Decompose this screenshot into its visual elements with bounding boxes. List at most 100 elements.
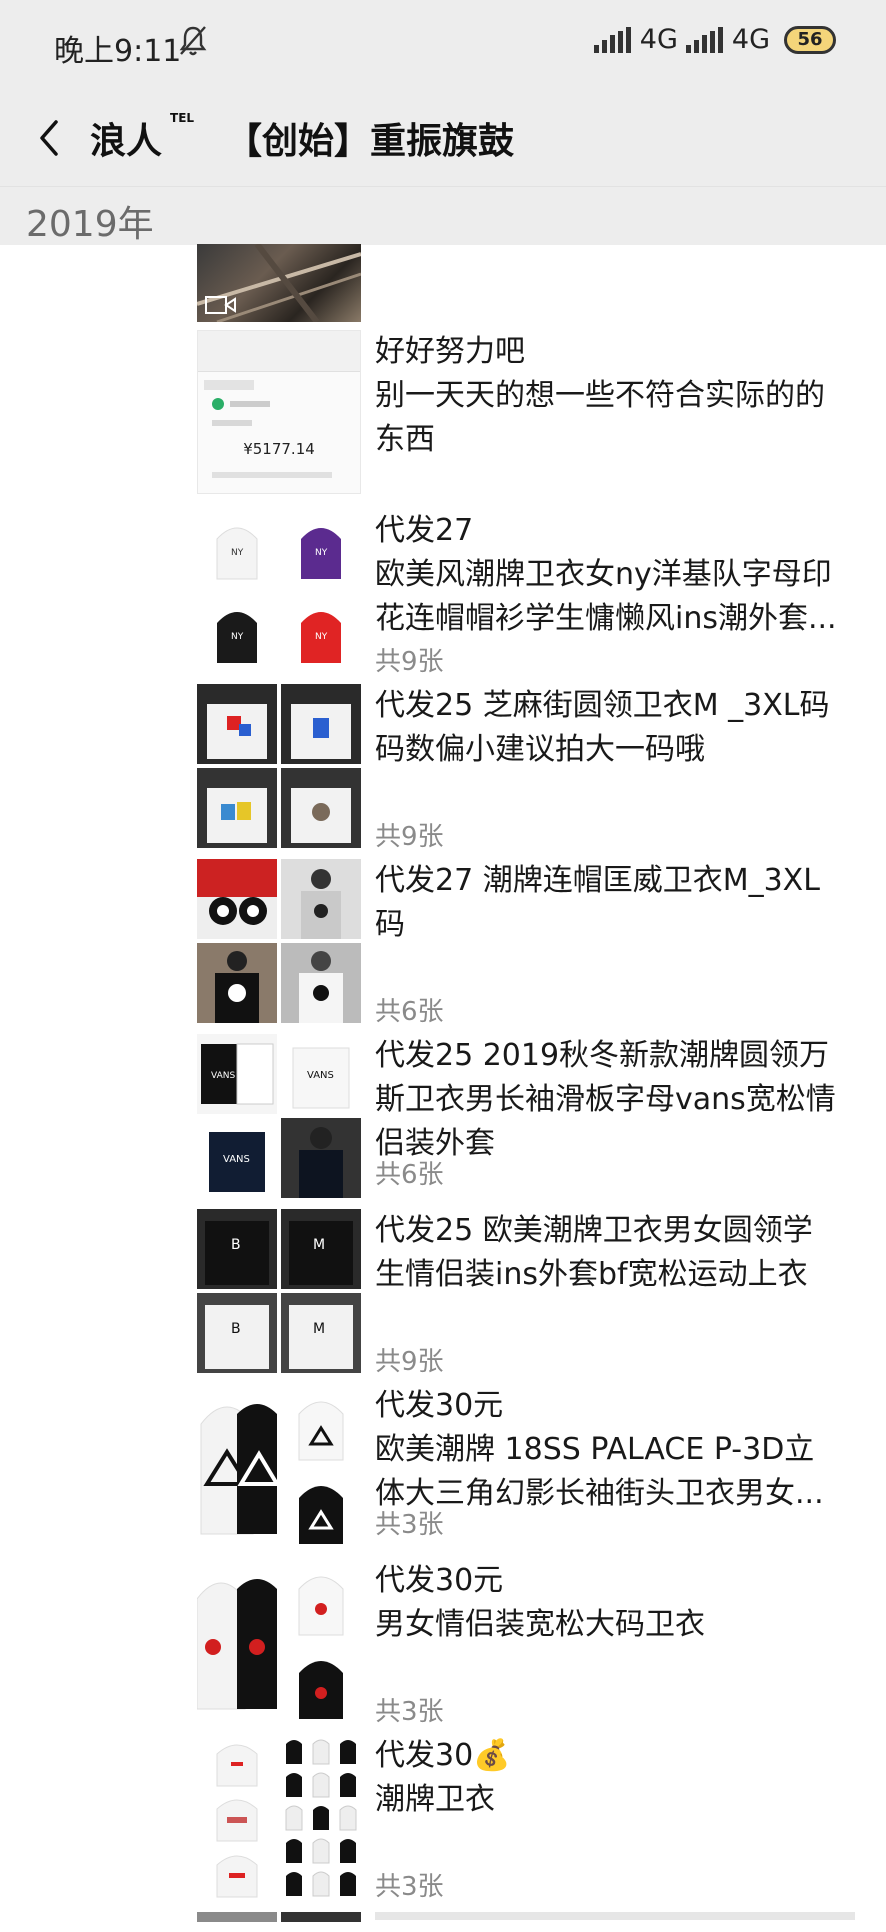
- svg-text:M: M: [313, 1321, 325, 1337]
- post-text: 代发27 欧美风潮牌卫衣女ny洋基队字母印 花连帽帽衫学生慵懒风ins潮外套..…: [375, 509, 855, 641]
- sweatshirt-image: VANS: [197, 1118, 277, 1198]
- post-text: 代发25 欧美潮牌卫衣男女圆领学 生情侣装ins外套bf宽松运动上衣: [375, 1209, 855, 1297]
- sweatshirt-image: M: [281, 1293, 361, 1373]
- battery-icon: 56: [784, 25, 836, 54]
- feed-item[interactable]: 代发30💰 潮牌卫衣 共3张: [0, 1734, 886, 1902]
- post-line: 生情侣装ins外套bf宽松运动上衣: [375, 1257, 808, 1292]
- network-label-1: 4G: [639, 24, 678, 55]
- sweatshirt-image: [197, 684, 277, 764]
- svg-text:NY: NY: [231, 632, 244, 642]
- feed-item[interactable]: VANS VANS VANS 代发25 2019秋冬新款潮牌圆领万 斯卫衣男长袖…: [0, 1034, 886, 1198]
- year-label: 2019年: [26, 204, 154, 245]
- svg-text:NY: NY: [231, 548, 244, 558]
- post-line: 代发27 潮牌连帽匡威卫衣M_3XL: [375, 863, 820, 898]
- status-time: 晚上9:11: [54, 34, 182, 69]
- image-grid[interactable]: B M B M: [197, 1209, 361, 1373]
- bell-off-icon: [179, 26, 207, 56]
- feed-item-video[interactable]: [0, 244, 886, 322]
- post-line: 欧美潮牌 18SS PALACE P-3D立: [375, 1432, 815, 1467]
- feed-item[interactable]: 代发30元 欧美潮牌 18SS PALACE P-3D立 体大三角幻影长袖街头卫…: [0, 1384, 886, 1548]
- post-line: 男女情侣装宽松大码卫衣: [375, 1607, 705, 1642]
- post-text: 代发30元 男女情侣装宽松大码卫衣: [375, 1559, 855, 1647]
- post-line: 代发25 欧美潮牌卫衣男女圆领学: [375, 1213, 813, 1248]
- post-line: 体大三角幻影长袖街头卫衣男女...: [375, 1476, 824, 1511]
- model-photo: [197, 943, 277, 1023]
- name-superscript: TEL: [170, 111, 195, 125]
- signal-icon-2: [685, 26, 724, 53]
- page-title: 浪人 TEL 【创始】重振旗鼓: [90, 111, 515, 164]
- hoodie-image-black: NY: [197, 593, 277, 673]
- video-camera-icon: [205, 296, 236, 314]
- signal-icon: [593, 26, 632, 53]
- post-line: 码数偏小建议拍大一码哦: [375, 732, 705, 767]
- hoodie-image: [197, 859, 277, 939]
- image-grid[interactable]: [197, 684, 361, 848]
- receipt-thumbnail[interactable]: ¥5177.14: [197, 330, 361, 494]
- image-count: 共9张: [375, 822, 444, 852]
- image-count: 共9张: [375, 1347, 444, 1377]
- post-text: 代发25 芝麻街圆领卫衣M _3XL码 码数偏小建议拍大一码哦: [375, 684, 855, 772]
- status-bar: 晚上9:11 4G 4G 56: [0, 0, 886, 88]
- image-grid[interactable]: NY NY NY NY: [197, 509, 361, 673]
- post-line: 代发30元: [375, 1563, 504, 1598]
- image-grid[interactable]: [197, 1734, 361, 1898]
- svg-text:VANS: VANS: [211, 1071, 235, 1081]
- post-line: 代发27: [375, 513, 474, 548]
- svg-text:NY: NY: [315, 548, 328, 558]
- image-grid[interactable]: VANS VANS VANS: [197, 1034, 361, 1198]
- post-line: 代发30💰: [375, 1738, 511, 1773]
- post-line: 侣装外套: [375, 1126, 495, 1161]
- post-line: 花连帽帽衫学生慵懒风ins潮外套...: [375, 601, 837, 636]
- image-count: 共9张: [375, 647, 444, 677]
- post-text: 好好努力吧 别一天天的想一些不符合实际的的 东西: [375, 330, 855, 462]
- feed-item[interactable]: 代发30元 男女情侣装宽松大码卫衣 共3张: [0, 1559, 886, 1727]
- post-text: 代发25 2019秋冬新款潮牌圆领万 斯卫衣男长袖滑板字母vans宽松情 侣装外…: [375, 1034, 855, 1166]
- contact-signature: 【创始】重振旗鼓: [226, 121, 515, 162]
- back-arrow-icon[interactable]: [30, 114, 70, 162]
- year-section-header: 2019年: [0, 186, 886, 245]
- image-count: 共6张: [375, 1160, 444, 1190]
- post-text: 代发27 潮牌连帽匡威卫衣M_3XL 码: [375, 859, 855, 947]
- wechat-pay-icon: [212, 398, 224, 410]
- hoodie-image-stack: [197, 1734, 277, 1898]
- post-text: 代发30💰 潮牌卫衣: [375, 1734, 855, 1822]
- post-line: 代发25 2019秋冬新款潮牌圆领万: [375, 1038, 830, 1073]
- image-grid[interactable]: [197, 859, 361, 1023]
- model-photo: [281, 1118, 361, 1198]
- svg-text:VANS: VANS: [223, 1154, 250, 1165]
- image-grid[interactable]: [197, 1384, 361, 1548]
- hoodie-image-stack: [281, 1384, 361, 1548]
- feed-item[interactable]: 代发25 芝麻街圆领卫衣M _3XL码 码数偏小建议拍大一码哦 共9张: [0, 684, 886, 852]
- hoodie-image: [196, 1559, 277, 1723]
- sweatshirt-image: [197, 768, 277, 848]
- feed-item[interactable]: NY NY NY NY 代发27 欧美风潮牌卫衣女ny洋基队字母印 花连帽帽衫学…: [0, 509, 886, 677]
- hoodie-image-purple: NY: [281, 509, 361, 589]
- image-grid[interactable]: [196, 1559, 361, 1723]
- hoodie-image-stack: [281, 1559, 361, 1723]
- post-line: 潮牌卫衣: [375, 1782, 495, 1817]
- post-line: 斯卫衣男长袖滑板字母vans宽松情: [375, 1082, 836, 1117]
- model-photo: [281, 943, 361, 1023]
- status-right: 4G 4G 56: [593, 24, 836, 55]
- post-line: 东西: [375, 422, 435, 457]
- title-bar: 浪人 TEL 【创始】重振旗鼓: [0, 88, 886, 186]
- svg-text:VANS: VANS: [307, 1070, 334, 1081]
- sweatshirt-image: M: [281, 1209, 361, 1289]
- image-count: 共3张: [375, 1872, 444, 1902]
- hoodie-image-white: NY: [197, 509, 277, 589]
- sweatshirt-image: [281, 684, 361, 764]
- post-line: 代发30元: [375, 1388, 504, 1423]
- sweatshirt-image: B: [197, 1209, 277, 1289]
- video-thumbnail[interactable]: [197, 244, 361, 322]
- hoodie-image: [197, 1384, 281, 1548]
- feed-item[interactable]: ¥5177.14 好好努力吧 别一天天的想一些不符合实际的的 东西: [0, 330, 886, 494]
- svg-text:NY: NY: [315, 632, 328, 642]
- feed-item[interactable]: B M B M 代发25 欧美潮牌卫衣男女圆领学 生情侣装ins外套bf宽松运动…: [0, 1209, 886, 1377]
- feed-item[interactable]: 代发27 潮牌连帽匡威卫衣M_3XL 码 共6张: [0, 859, 886, 1027]
- feed-item-partial[interactable]: [0, 1912, 886, 1932]
- post-line: 代发25 芝麻街圆领卫衣M _3XL码: [375, 688, 830, 723]
- post-text: 代发30元 欧美潮牌 18SS PALACE P-3D立 体大三角幻影长袖街头卫…: [375, 1384, 855, 1516]
- post-line: 好好努力吧: [375, 334, 525, 369]
- hoodie-collage: [281, 1734, 361, 1898]
- receipt-amount: ¥5177.14: [243, 440, 315, 458]
